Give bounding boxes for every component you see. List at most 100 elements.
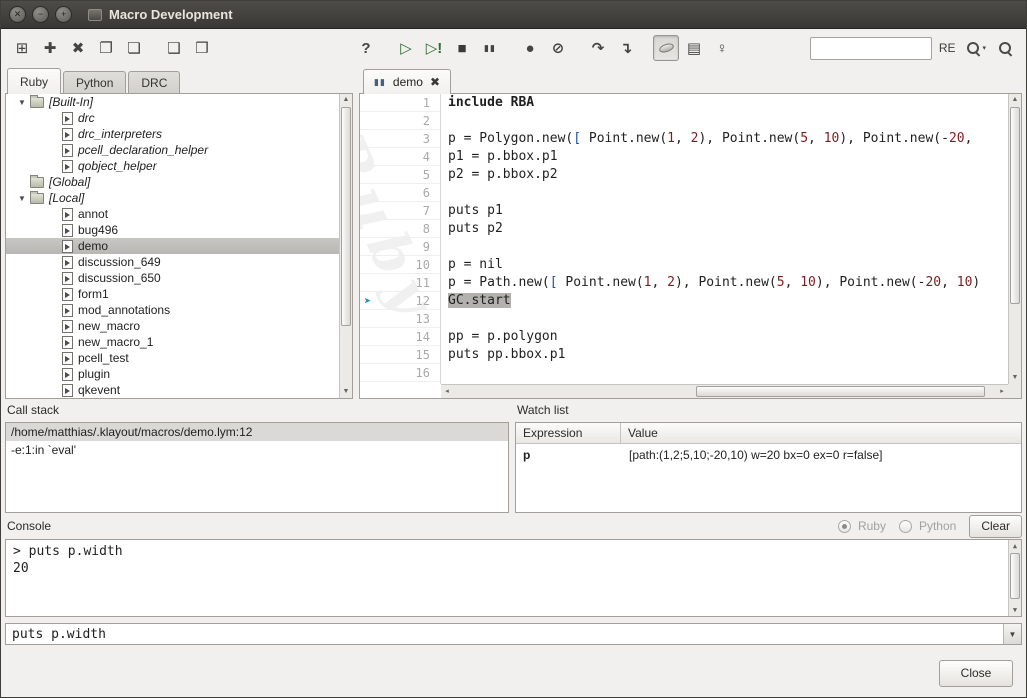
tree-item[interactable]: drc_interpreters: [6, 126, 352, 142]
stack-frame[interactable]: /home/matthias/.klayout/macros/demo.lym:…: [6, 423, 508, 441]
run-icon[interactable]: ▷: [393, 35, 419, 61]
code-line[interactable]: 12➤GC.start: [360, 292, 1008, 310]
tree-item[interactable]: pcell_test: [6, 350, 352, 366]
editor-tab-demo[interactable]: ▮▮ demo ✖: [363, 69, 451, 94]
tab-ruby[interactable]: Ruby: [7, 68, 61, 94]
scrollbar-thumb[interactable]: [1010, 107, 1020, 304]
add-macro-icon[interactable]: ✚: [37, 35, 63, 61]
scroll-right-icon[interactable]: ▸: [996, 385, 1008, 398]
step-into-icon[interactable]: ↴: [613, 35, 639, 61]
tree-item[interactable]: pcell_declaration_helper: [6, 142, 352, 158]
tab-drc[interactable]: DRC: [128, 71, 180, 93]
stop-icon[interactable]: ■: [449, 35, 475, 61]
line-number[interactable]: 1: [360, 94, 440, 112]
pause-icon[interactable]: ▮▮: [477, 35, 503, 61]
run-current-icon[interactable]: ▷!: [421, 35, 447, 61]
code-line[interactable]: 11p = Path.new([ Point.new(1, 2), Point.…: [360, 274, 1008, 292]
regex-toggle-label[interactable]: RE: [939, 41, 956, 55]
line-number[interactable]: 8: [360, 220, 440, 238]
python-radio[interactable]: [899, 520, 912, 533]
tree-item[interactable]: new_macro_1: [6, 334, 352, 350]
scroll-down-icon[interactable]: ▼: [1009, 604, 1021, 616]
help-icon[interactable]: ?: [353, 35, 379, 61]
copy-macro-icon[interactable]: ❐: [93, 35, 119, 61]
search-icon[interactable]: ▾: [962, 35, 990, 61]
close-tab-icon[interactable]: ✖: [430, 75, 440, 89]
code-line[interactable]: 13: [360, 310, 1008, 328]
console-input[interactable]: [6, 624, 1003, 644]
line-number[interactable]: 12➤: [360, 292, 440, 310]
scrollbar-thumb[interactable]: [1010, 553, 1020, 599]
tab-python[interactable]: Python: [63, 71, 126, 93]
watch-row[interactable]: p[path:(1,2;5,10;-20,10) w=20 bx=0 ex=0 …: [516, 444, 1021, 465]
close-button[interactable]: Close: [939, 660, 1013, 687]
scroll-down-icon[interactable]: ▼: [1009, 372, 1021, 384]
tree-item[interactable]: annot: [6, 206, 352, 222]
tree-item[interactable]: discussion_649: [6, 254, 352, 270]
lamp-icon[interactable]: ♀: [709, 35, 735, 61]
editor-hscrollbar[interactable]: ◂ ▸: [441, 384, 1008, 398]
tree-item[interactable]: ▼[Local]: [6, 190, 352, 206]
tree-item[interactable]: qkevent: [6, 382, 352, 398]
line-number[interactable]: 3: [360, 130, 440, 148]
ruby-radio[interactable]: [838, 520, 851, 533]
line-number[interactable]: 10: [360, 256, 440, 274]
tree-item[interactable]: discussion_650: [6, 270, 352, 286]
expand-arrow-icon[interactable]: ▼: [14, 98, 30, 107]
import-macro-icon[interactable]: ❏: [121, 35, 147, 61]
tree-item[interactable]: bug496: [6, 222, 352, 238]
editor-vscrollbar[interactable]: ▲ ▼: [1008, 94, 1021, 384]
line-number[interactable]: 2: [360, 112, 440, 130]
code-line[interactable]: 5p2 = p.bbox.p2: [360, 166, 1008, 184]
line-number[interactable]: 9: [360, 238, 440, 256]
line-number[interactable]: 15: [360, 346, 440, 364]
tree-item[interactable]: drc: [6, 110, 352, 126]
line-number[interactable]: 14: [360, 328, 440, 346]
clear-breakpoints-icon[interactable]: ⊘: [545, 35, 571, 61]
line-number[interactable]: 4: [360, 148, 440, 166]
code-line[interactable]: 1include RBA: [360, 94, 1008, 112]
titlebar[interactable]: ✕−+ Macro Development: [1, 1, 1026, 29]
console-output[interactable]: > puts p.width20 ▲ ▼: [5, 539, 1022, 617]
tree-item[interactable]: plugin: [6, 366, 352, 382]
scroll-left-icon[interactable]: ◂: [441, 385, 453, 398]
tree-item[interactable]: qobject_helper: [6, 158, 352, 174]
scroll-up-icon[interactable]: ▲: [1009, 540, 1021, 552]
new-macro-icon[interactable]: ⊞: [9, 35, 35, 61]
stack-frame[interactable]: -e:1:in `eval': [6, 441, 508, 459]
line-number[interactable]: 6: [360, 184, 440, 202]
code-line[interactable]: 3p = Polygon.new([ Point.new(1, 2), Poin…: [360, 130, 1008, 148]
code-line[interactable]: 8puts p2: [360, 220, 1008, 238]
code-line[interactable]: 2: [360, 112, 1008, 130]
code-line[interactable]: 16: [360, 364, 1008, 382]
search-input[interactable]: [810, 37, 932, 60]
code-line[interactable]: 9: [360, 238, 1008, 256]
code-line[interactable]: 10p = nil: [360, 256, 1008, 274]
close-button[interactable]: ✕: [9, 6, 26, 23]
scroll-up-icon[interactable]: ▲: [340, 94, 352, 106]
search-replace-icon[interactable]: [992, 35, 1018, 61]
console-scrollbar[interactable]: ▲ ▼: [1008, 540, 1021, 616]
tree-item[interactable]: [Global]: [6, 174, 352, 190]
tree-item[interactable]: ▼[Built-In]: [6, 94, 352, 110]
line-number[interactable]: 11: [360, 274, 440, 292]
line-number[interactable]: 13: [360, 310, 440, 328]
tree-scrollbar[interactable]: ▲ ▼: [339, 94, 352, 398]
code-line[interactable]: 6: [360, 184, 1008, 202]
code-line[interactable]: 14pp = p.polygon: [360, 328, 1008, 346]
scroll-up-icon[interactable]: ▲: [1009, 94, 1021, 106]
delete-macro-icon[interactable]: ✖: [65, 35, 91, 61]
history-dropdown-icon[interactable]: ▼: [1003, 624, 1021, 644]
scrollbar-thumb[interactable]: [341, 107, 351, 326]
tree-item[interactable]: demo: [6, 238, 352, 254]
code-editor[interactable]: Ruby 1include RBA23p = Polygon.new([ Poi…: [359, 93, 1022, 399]
scrollbar-thumb[interactable]: [696, 386, 985, 397]
tree-item[interactable]: form1: [6, 286, 352, 302]
tree-item[interactable]: mod_annotations: [6, 302, 352, 318]
eraser-icon[interactable]: [653, 35, 679, 61]
code-line[interactable]: 15puts pp.bbox.p1: [360, 346, 1008, 364]
column-expression[interactable]: Expression: [516, 423, 621, 443]
save-macro-icon[interactable]: ❒: [189, 35, 215, 61]
save-all-icon[interactable]: ❑: [161, 35, 187, 61]
step-over-icon[interactable]: ↷: [585, 35, 611, 61]
